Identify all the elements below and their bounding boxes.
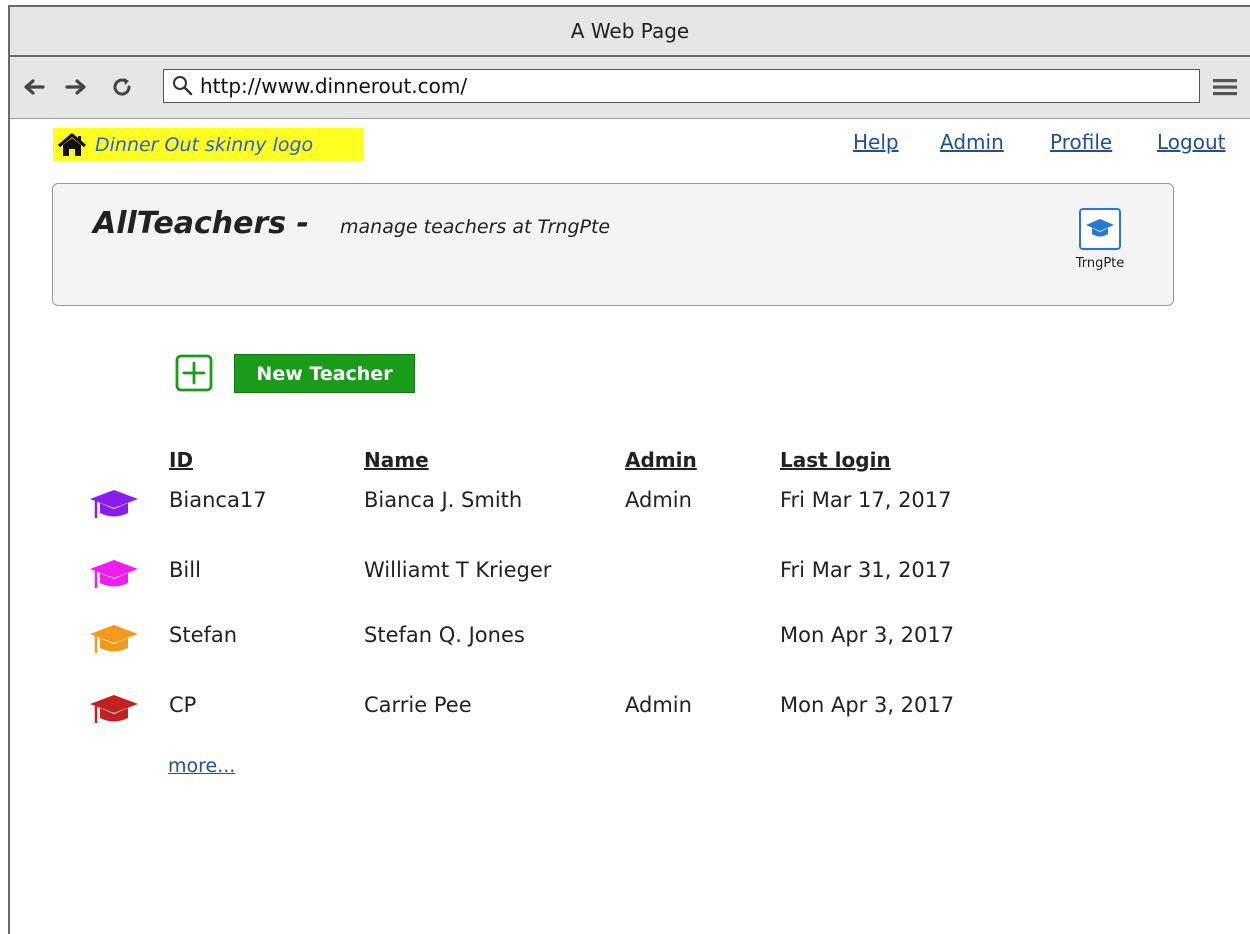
graduation-cap-icon [90,560,138,588]
new-teacher-button[interactable]: New Teacher [234,354,415,393]
back-arrow-icon[interactable] [22,75,46,99]
column-header-admin[interactable]: Admin [625,448,697,472]
help-link[interactable]: Help [853,130,899,154]
column-header-name[interactable]: Name [364,448,429,472]
page-header: AllTeachers - manage teachers at TrngPte… [52,183,1174,306]
teacher-admin: Admin [625,693,692,717]
teacher-last-login: Fri Mar 17, 2017 [780,488,952,512]
org-label: TrngPte [1075,256,1125,271]
page-subtitle: manage teachers at TrngPte [340,216,611,238]
column-header-last-login[interactable]: Last login [780,448,891,472]
top-nav: Help Admin Profile Logout [0,130,1250,160]
browser-toolbar [10,57,1250,119]
org-icon-box [1079,208,1121,250]
graduation-cap-icon [1086,219,1114,237]
teacher-id: CP [169,693,197,717]
search-icon [173,76,193,96]
add-teacher-plus-icon[interactable] [175,354,213,392]
hamburger-menu-icon[interactable] [1211,75,1239,99]
column-header-id[interactable]: ID [169,448,193,472]
org-badge[interactable]: TrngPte [1065,208,1135,271]
reload-icon[interactable] [110,75,134,99]
profile-link[interactable]: Profile [1050,130,1112,154]
teacher-admin: Admin [625,488,692,512]
graduation-cap-icon [90,490,138,518]
window-title-bar: A Web Page [10,7,1250,57]
teacher-name: Carrie Pee [364,693,472,717]
table-row[interactable]: Bianca17 Bianca J. Smith Admin Fri Mar 1… [0,488,1250,528]
url-input[interactable] [196,74,1199,98]
table-row[interactable]: Bill Williamt T Krieger Fri Mar 31, 2017 [0,558,1250,598]
table-row[interactable]: CP Carrie Pee Admin Mon Apr 3, 2017 [0,693,1250,733]
page-title: AllTeachers - [93,206,310,241]
more-link[interactable]: more... [168,755,235,777]
teacher-last-login: Fri Mar 31, 2017 [780,558,952,582]
teacher-last-login: Mon Apr 3, 2017 [780,693,955,717]
graduation-cap-icon [90,625,138,653]
teacher-name: Williamt T Krieger [364,558,552,582]
teacher-id: Stefan [169,623,238,647]
logout-link[interactable]: Logout [1157,130,1225,154]
window-title: A Web Page [570,19,690,43]
teacher-name: Stefan Q. Jones [364,623,525,647]
forward-arrow-icon[interactable] [64,75,88,99]
admin-link[interactable]: Admin [940,130,1004,154]
table-row[interactable]: Stefan Stefan Q. Jones Mon Apr 3, 2017 [0,623,1250,663]
graduation-cap-icon [90,695,138,723]
teacher-id: Bill [169,558,201,582]
teacher-id: Bianca17 [169,488,267,512]
teacher-last-login: Mon Apr 3, 2017 [780,623,955,647]
teacher-name: Bianca J. Smith [364,488,523,512]
address-bar[interactable] [163,69,1200,103]
